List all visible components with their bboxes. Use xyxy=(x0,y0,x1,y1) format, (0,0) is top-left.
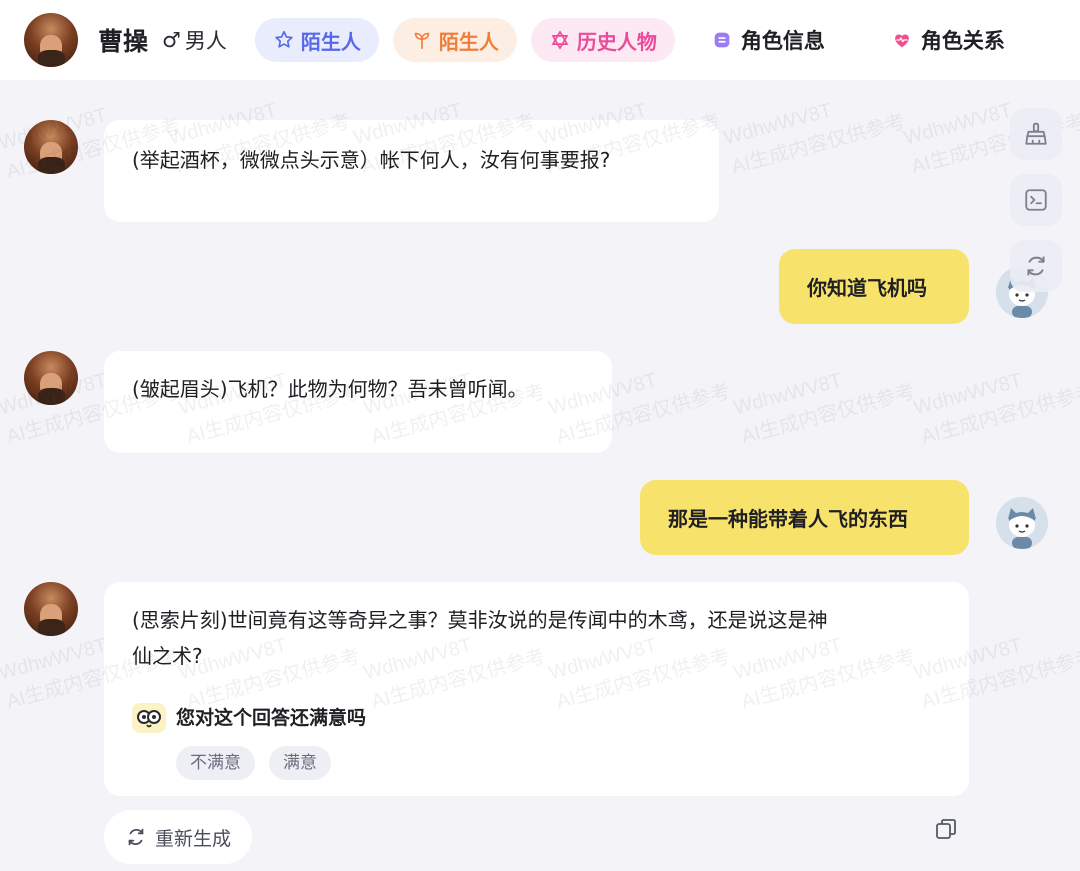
owl-icon xyxy=(132,703,166,733)
message-text: (举起酒杯，微微点头示意）帐下何人，汝有何事要报? xyxy=(132,148,611,172)
regenerate-button[interactable]: 重新生成 xyxy=(104,810,252,864)
refresh-icon xyxy=(1027,256,1045,276)
tag-label: 陌生人 xyxy=(438,29,499,54)
gender-info: ♂ 男人 xyxy=(162,25,227,55)
character-relations-link[interactable]: 角色关系 xyxy=(891,25,1005,55)
user-avatar-icon xyxy=(996,497,1048,549)
message-text: 仙之术? xyxy=(132,644,203,668)
character-info-label: 角色信息 xyxy=(740,29,825,53)
user-message: 那是一种能带着人飞的东西 xyxy=(640,480,969,555)
sprout-icon xyxy=(414,32,430,50)
message-text: (皱起眉头)飞机？此物为何物？吾未曾听闻。 xyxy=(132,377,528,401)
gender-label: 男人 xyxy=(184,29,227,53)
hexagram-icon xyxy=(551,30,568,50)
terminal-button[interactable] xyxy=(1010,174,1062,226)
bot-message: (思索片刻)世间竟有这等奇异之事？莫非汝说的是传闻中的木鸢，还是说这是神 仙之术… xyxy=(104,582,969,796)
bot-avatar[interactable] xyxy=(24,351,78,405)
tag-label: 历史人物 xyxy=(576,29,657,54)
message-text: 那是一种能带着人飞的东西 xyxy=(668,507,908,531)
feedback-panel: 您对这个回答还满意吗 不满意 满意 xyxy=(132,700,941,780)
tag-stranger-2[interactable]: 陌生人 xyxy=(392,18,517,62)
feedback-question: 您对这个回答还满意吗 xyxy=(132,700,941,736)
male-icon: ♂ xyxy=(162,28,181,52)
character-info-link[interactable]: 角色信息 xyxy=(711,25,825,55)
tag-stranger-1[interactable]: 陌生人 xyxy=(254,18,379,62)
bot-message: (皱起眉头)飞机？此物为何物？吾未曾听闻。 xyxy=(104,351,612,453)
tag-historical-figure[interactable]: 历史人物 xyxy=(530,18,675,62)
user-message: 你知道飞机吗 xyxy=(779,249,969,324)
character-name: 曹操 xyxy=(98,27,149,56)
refresh-button[interactable] xyxy=(1010,240,1062,292)
chat-header: 曹操 ♂ 男人 陌生人 陌生人 历史人物 角色信息 角色关系 xyxy=(0,0,1080,80)
broom-icon xyxy=(1025,122,1047,145)
message-text: (思索片刻)世间竟有这等奇异之事？莫非汝说的是传闻中的木鸢，还是说这是神 xyxy=(132,608,828,632)
star-outline-icon xyxy=(275,30,293,48)
dissatisfied-button[interactable]: 不满意 xyxy=(176,746,255,780)
feedback-options: 不满意 满意 xyxy=(176,746,941,780)
tag-label: 陌生人 xyxy=(300,29,361,54)
character-avatar[interactable] xyxy=(24,13,78,67)
regenerate-label: 重新生成 xyxy=(154,827,231,850)
bot-message: (举起酒杯，微微点头示意）帐下何人，汝有何事要报? xyxy=(104,120,719,222)
feedback-question-text: 您对这个回答还满意吗 xyxy=(176,707,367,729)
copy-icon[interactable] xyxy=(934,817,958,841)
terminal-icon xyxy=(1025,189,1047,211)
user-avatar[interactable] xyxy=(996,497,1048,549)
satisfied-button[interactable]: 满意 xyxy=(269,746,331,780)
clear-chat-button[interactable] xyxy=(1010,108,1062,160)
refresh-icon xyxy=(128,828,144,846)
document-icon xyxy=(714,32,730,48)
message-text: 你知道飞机吗 xyxy=(807,276,927,300)
bot-avatar[interactable] xyxy=(24,120,78,174)
bot-avatar[interactable] xyxy=(24,582,78,636)
character-relations-label: 角色关系 xyxy=(920,29,1005,53)
heart-icon xyxy=(894,34,909,48)
